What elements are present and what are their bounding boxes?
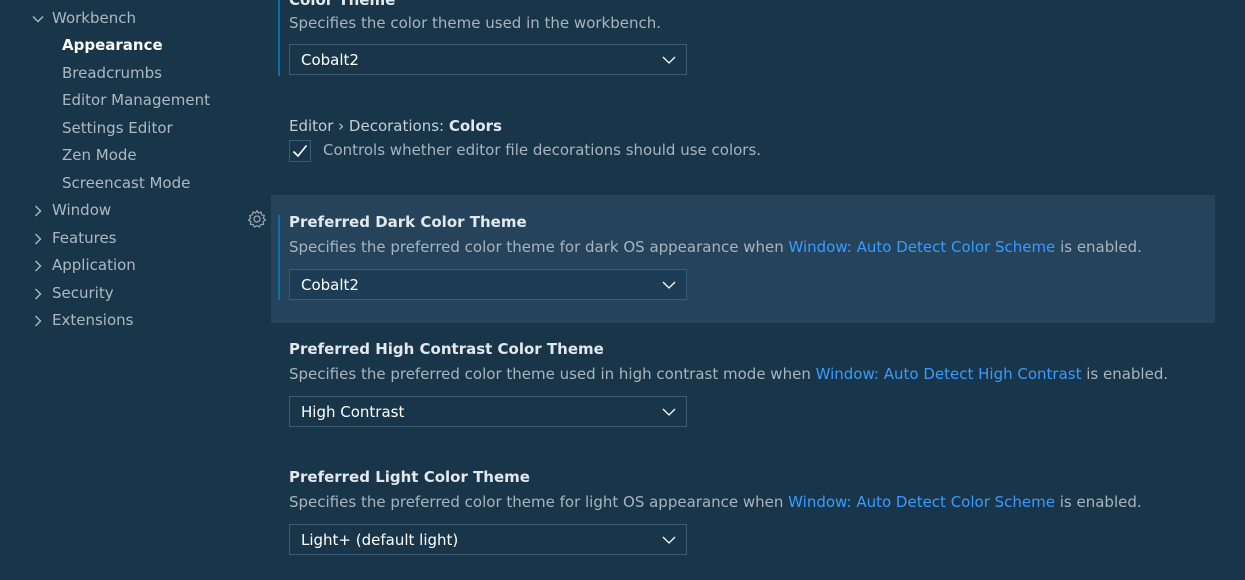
preferred-high-contrast-theme-select[interactable]: High Contrast bbox=[289, 396, 687, 427]
setting-category: Editor › Decorations: bbox=[289, 117, 449, 135]
chevron-right-icon bbox=[35, 315, 42, 327]
toc-item-label: Extensions bbox=[52, 311, 134, 329]
setting-preferred-dark-color-theme: Preferred Dark Color Theme Specifies the… bbox=[271, 195, 1215, 323]
chevron-down-icon bbox=[662, 408, 676, 416]
toc-item-editor-management[interactable]: Editor Management bbox=[0, 87, 270, 114]
chevron-right-icon bbox=[35, 288, 42, 300]
decorations-colors-checkbox[interactable] bbox=[289, 140, 311, 162]
check-icon bbox=[292, 144, 308, 158]
setting-color-theme: Color Theme Specifies the color theme us… bbox=[271, 0, 1215, 100]
setting-title: Editor › Decorations: Colors bbox=[289, 117, 502, 135]
auto-detect-color-scheme-link[interactable]: Window: Auto Detect Color Scheme bbox=[788, 238, 1055, 256]
setting-title: Color Theme bbox=[289, 0, 396, 9]
description-text: Specifies the preferred color theme for … bbox=[289, 238, 789, 256]
toc-item-label: Screencast Mode bbox=[62, 174, 191, 192]
toc-item-breadcrumbs[interactable]: Breadcrumbs bbox=[0, 60, 270, 87]
setting-decorations-colors: Editor › Decorations: Colors Controls wh… bbox=[271, 105, 1215, 185]
toc-item-label: Features bbox=[52, 229, 117, 247]
setting-name: Colors bbox=[448, 117, 502, 135]
color-theme-select[interactable]: Cobalt2 bbox=[289, 44, 687, 75]
preferred-dark-theme-select[interactable]: Cobalt2 bbox=[289, 269, 687, 300]
toc-item-settings-editor[interactable]: Settings Editor bbox=[0, 115, 270, 142]
setting-preferred-high-contrast-color-theme: Preferred High Contrast Color Theme Spec… bbox=[271, 330, 1215, 450]
chevron-right-icon bbox=[35, 205, 42, 217]
toc-item-security[interactable]: Security bbox=[0, 280, 270, 307]
chevron-down-icon bbox=[662, 536, 676, 544]
chevron-down-icon bbox=[662, 56, 676, 64]
modified-indicator bbox=[278, 0, 280, 76]
toc-item-label: Window bbox=[52, 201, 112, 219]
toc-item-label: Appearance bbox=[62, 36, 163, 54]
modified-indicator bbox=[278, 215, 280, 300]
select-value: High Contrast bbox=[301, 403, 405, 421]
toc-item-workbench[interactable]: Workbench bbox=[0, 5, 270, 32]
settings-editor: Workbench Appearance Breadcrumbs Editor … bbox=[0, 0, 1245, 580]
select-value: Cobalt2 bbox=[301, 51, 359, 69]
setting-description: Controls whether editor file decorations… bbox=[323, 141, 762, 159]
chevron-down-icon bbox=[662, 281, 676, 289]
auto-detect-high-contrast-link[interactable]: Window: Auto Detect High Contrast bbox=[816, 365, 1082, 383]
toc-item-label: Security bbox=[52, 284, 114, 302]
toc-item-label: Breadcrumbs bbox=[62, 64, 162, 82]
description-text: is enabled. bbox=[1054, 493, 1142, 511]
toc-item-label: Zen Mode bbox=[62, 146, 137, 164]
chevron-down-icon bbox=[32, 16, 44, 23]
setting-description: Specifies the preferred color theme for … bbox=[289, 493, 1142, 511]
toc-item-label: Settings Editor bbox=[62, 119, 173, 137]
description-text: Specifies the preferred color theme used… bbox=[289, 365, 816, 383]
chevron-right-icon bbox=[35, 233, 42, 245]
gear-icon[interactable] bbox=[247, 209, 267, 229]
description-text: is enabled. bbox=[1081, 365, 1169, 383]
setting-preferred-light-color-theme: Preferred Light Color Theme Specifies th… bbox=[271, 458, 1215, 578]
setting-title: Preferred High Contrast Color Theme bbox=[289, 340, 604, 358]
settings-toc: Workbench Appearance Breadcrumbs Editor … bbox=[0, 0, 270, 580]
chevron-right-icon bbox=[35, 260, 42, 272]
toc-item-features[interactable]: Features bbox=[0, 225, 270, 252]
setting-description: Specifies the preferred color theme for … bbox=[289, 238, 1142, 256]
select-value: Cobalt2 bbox=[301, 276, 359, 294]
description-text: Specifies the preferred color theme for … bbox=[289, 493, 789, 511]
auto-detect-color-scheme-link[interactable]: Window: Auto Detect Color Scheme bbox=[788, 493, 1055, 511]
toc-item-application[interactable]: Application bbox=[0, 252, 270, 279]
toc-item-appearance[interactable]: Appearance bbox=[0, 32, 270, 59]
setting-title: Preferred Light Color Theme bbox=[289, 468, 530, 486]
select-value: Light+ (default light) bbox=[301, 531, 459, 549]
setting-description: Specifies the preferred color theme used… bbox=[289, 365, 1168, 383]
toc-item-zen-mode[interactable]: Zen Mode bbox=[0, 142, 270, 169]
toc-item-extensions[interactable]: Extensions bbox=[0, 307, 270, 334]
setting-title: Preferred Dark Color Theme bbox=[289, 213, 527, 231]
preferred-light-theme-select[interactable]: Light+ (default light) bbox=[289, 524, 687, 555]
toc-item-label: Application bbox=[52, 256, 136, 274]
toc-item-label: Workbench bbox=[52, 9, 136, 27]
description-text: is enabled. bbox=[1055, 238, 1142, 256]
setting-description: Specifies the color theme used in the wo… bbox=[289, 14, 662, 32]
toc-item-window[interactable]: Window bbox=[0, 197, 270, 224]
toc-item-label: Editor Management bbox=[62, 91, 210, 109]
toc-item-screencast-mode[interactable]: Screencast Mode bbox=[0, 170, 270, 197]
